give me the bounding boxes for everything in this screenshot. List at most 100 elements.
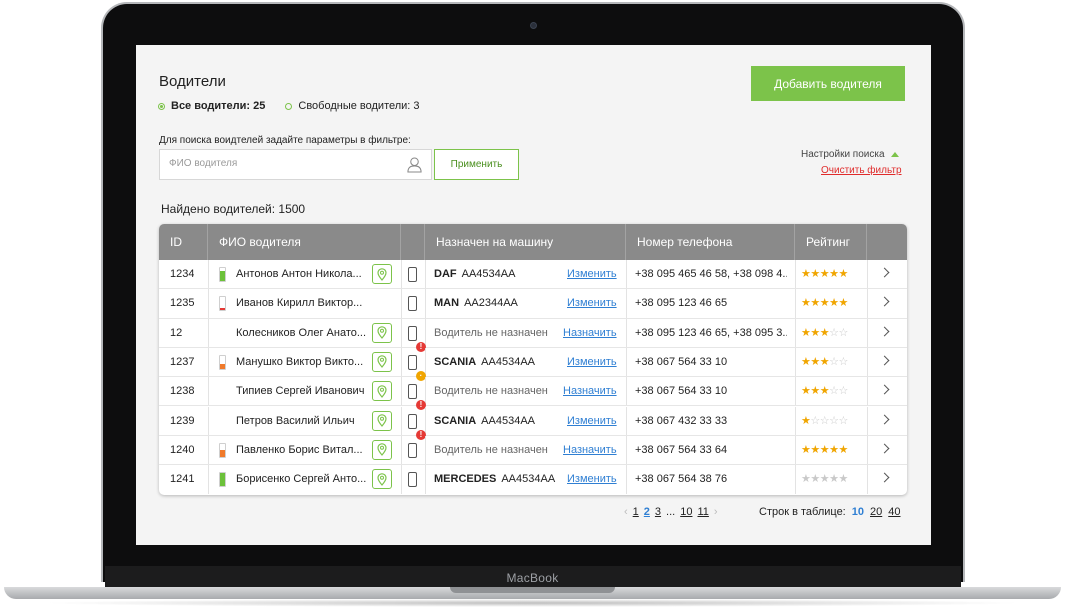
cell-divider — [425, 318, 426, 347]
page-link[interactable]: 10 — [680, 506, 692, 518]
location-pin-icon[interactable] — [372, 264, 392, 284]
driver-id: 1235 — [170, 297, 195, 310]
star-icon: ★ — [829, 443, 839, 456]
cell-divider — [425, 435, 426, 465]
search-settings-toggle[interactable]: Настройки поиска — [801, 149, 899, 160]
column-id[interactable]: ID — [159, 224, 208, 260]
cell-divider — [208, 289, 209, 318]
driver-name[interactable]: Иванов Кирилл Виктор... — [236, 289, 368, 318]
truck-plate: АА4534АА — [461, 268, 516, 280]
cell-divider — [208, 465, 209, 495]
page-link[interactable]: 1 — [633, 506, 639, 518]
chevron-right-icon[interactable] — [879, 443, 890, 454]
table-row[interactable]: 1235 Иванов Кирилл Виктор... MAN АА2344АА Из… — [159, 289, 907, 319]
driver-name[interactable]: Колесников Олег Анато... — [236, 319, 368, 348]
cell-divider — [867, 465, 868, 495]
change-link[interactable]: Изменить — [567, 348, 617, 377]
location-pin-icon[interactable] — [372, 410, 392, 431]
rating-stars: ★★★★★ — [801, 465, 848, 494]
truck-plate: АА4534АА — [481, 355, 535, 368]
column-name[interactable]: ФИО водителя — [208, 224, 401, 260]
chevron-right-icon[interactable] — [879, 326, 890, 337]
column-truck[interactable]: Назначен на машину — [425, 224, 626, 260]
star-icon: ★ — [810, 297, 820, 310]
driver-name[interactable]: Петров Василий Ильич — [236, 407, 368, 436]
truck-plate: АА4534АА — [481, 414, 535, 427]
chevron-right-icon[interactable] — [879, 472, 890, 483]
rows-option[interactable]: 40 — [888, 506, 900, 518]
chevron-right-icon[interactable] — [879, 267, 890, 278]
star-icon: ★ — [838, 443, 848, 456]
table-row[interactable]: 1239 Петров Василий Ильич! SCANIA АА4534АА И… — [159, 406, 907, 440]
cell-divider — [401, 465, 402, 495]
driver-name[interactable]: Павленко Борис Витал... — [236, 436, 368, 465]
column-phone[interactable]: Номер телефона — [626, 224, 795, 260]
next-page-icon[interactable]: › — [714, 506, 718, 518]
star-icon: ★ — [801, 268, 811, 280]
battery-icon — [219, 296, 226, 312]
table-row[interactable]: 1237 Манушко Виктор Викто... · SCANIA АА4534… — [159, 347, 907, 381]
table-header: ID ФИО водителя Назначен на машину Номер… — [159, 224, 907, 260]
star-icon: ★ — [819, 473, 830, 486]
rows-option[interactable]: 20 — [870, 506, 882, 518]
driver-name[interactable]: Типиев Сергей Иванович — [236, 377, 368, 406]
truck-plate: АА2344АА — [464, 297, 518, 310]
column-rating[interactable]: Рейтинг — [795, 224, 867, 260]
assign-link[interactable]: Назначить — [563, 436, 617, 465]
driver-name[interactable]: Антонов Антон Никола... — [236, 260, 368, 289]
laptop-notch — [450, 587, 615, 593]
location-pin-icon[interactable] — [372, 469, 392, 490]
rows-per-page-label: Строк в таблице: — [759, 506, 846, 518]
driver-name[interactable]: Борисенко Сергей Анто... — [236, 465, 368, 494]
filter-free-drivers[interactable]: Свободные водители: 3 — [285, 100, 420, 112]
location-pin-icon[interactable] — [372, 381, 392, 402]
cell-divider — [626, 406, 627, 435]
filter-all-drivers[interactable]: Все водители: 25 — [158, 100, 265, 112]
page-link-current[interactable]: 2 — [644, 506, 650, 518]
cell-divider — [795, 289, 796, 318]
star-icon: ★ — [838, 297, 848, 310]
apply-button[interactable]: Применить — [434, 149, 519, 180]
battery-level — [220, 449, 225, 457]
cell-divider — [425, 260, 426, 289]
driver-id: 12 — [170, 326, 183, 339]
add-driver-button[interactable]: Добавить водителя — [751, 66, 905, 101]
chevron-right-icon[interactable] — [879, 414, 890, 424]
phone-number: +38 095 123 46 65, +38 095 3... — [635, 326, 787, 339]
chevron-right-icon[interactable] — [879, 355, 890, 366]
table-row[interactable]: 1238 Типиев Сергей Иванович! Водитель не н… — [159, 377, 907, 411]
assign-link[interactable]: Назначить — [563, 377, 617, 406]
assign-link[interactable]: Назначить — [563, 319, 617, 348]
radio-unselected-icon[interactable] — [285, 102, 293, 110]
table-row[interactable]: 12 Колесников Олег Анато...! Водитель не н… — [159, 318, 907, 352]
star-icon: ☆ — [838, 414, 848, 427]
table-row[interactable]: 1241 Борисенко Сергей Анто... MERCEDES АА45… — [159, 465, 907, 495]
location-pin-icon[interactable] — [372, 439, 392, 460]
battery-icon — [219, 354, 226, 370]
rows-option-current[interactable]: 10 — [852, 506, 864, 518]
search-field[interactable] — [159, 149, 432, 180]
page-link[interactable]: 3 — [655, 506, 661, 518]
page-link[interactable]: 11 — [697, 506, 708, 518]
change-link[interactable]: Изменить — [567, 465, 617, 494]
prev-page-icon[interactable]: ‹ — [624, 506, 628, 518]
chevron-right-icon[interactable] — [879, 384, 890, 395]
cell-divider — [208, 377, 209, 406]
star-icon: ★ — [810, 326, 820, 339]
battery-level — [220, 473, 225, 487]
table-row[interactable]: 1240 Павленко Борис Витал... Водитель не н… — [159, 435, 907, 466]
clear-filter-link[interactable]: Очистить фильтр — [821, 165, 902, 176]
radio-selected-icon[interactable] — [158, 102, 165, 110]
star-icon: ★ — [838, 473, 848, 486]
table-row[interactable]: 1234 Антонов Антон Никола... DAF АА4534АА Из… — [159, 260, 907, 290]
change-link[interactable]: Изменить — [567, 260, 617, 289]
chevron-right-icon[interactable] — [879, 296, 890, 307]
change-link[interactable]: Изменить — [567, 289, 617, 318]
location-pin-icon[interactable] — [372, 322, 392, 343]
search-input[interactable] — [169, 158, 389, 169]
star-icon: ☆ — [810, 414, 820, 427]
driver-name[interactable]: Манушко Виктор Викто... — [236, 348, 368, 377]
change-link[interactable]: Изменить — [567, 407, 617, 436]
location-pin-icon[interactable] — [372, 351, 392, 372]
star-icon: ☆ — [829, 326, 839, 339]
